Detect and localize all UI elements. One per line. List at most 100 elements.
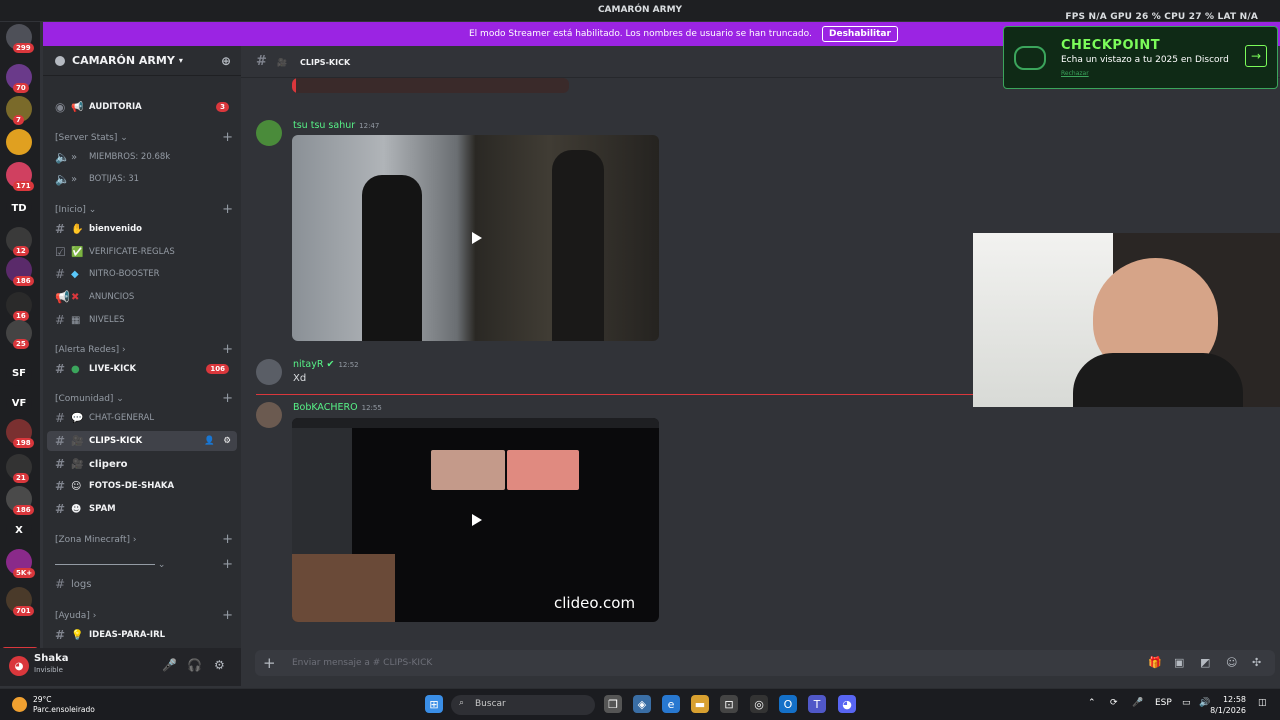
- wave-icon: ✋: [71, 223, 84, 235]
- channel-verificate[interactable]: ☑ ✅ VERIFICATE-REGLAS: [47, 242, 237, 262]
- server-header[interactable]: CAMARÓN ARMY ▾ ⊕: [43, 46, 241, 76]
- category-divider[interactable]: ⌄ +: [55, 557, 239, 572]
- server-icon[interactable]: [6, 129, 32, 155]
- channel-live-kick[interactable]: # ● LIVE-KICK 106: [47, 359, 237, 379]
- channel-bienvenido[interactable]: # ✋ bienvenido: [47, 219, 237, 239]
- channel-niveles[interactable]: # ▦ NIVELES: [47, 310, 237, 330]
- volume-icon[interactable]: 🔊: [1199, 698, 1210, 708]
- checkpoint-notification[interactable]: CHECKPOINT Echa un vistazo a tu 2025 en …: [1003, 26, 1278, 89]
- weather-widget[interactable]: 29°C Parc.ensoleirado: [33, 695, 95, 715]
- microphone-icon[interactable]: 🎤: [162, 658, 177, 672]
- store-icon[interactable]: ⊡: [720, 695, 738, 713]
- avatar[interactable]: ◕: [9, 656, 29, 676]
- channel-auditoria[interactable]: ◉ 📢 AUDITORIA 3: [47, 97, 237, 117]
- author-name[interactable]: BobKACHERO: [293, 402, 358, 413]
- add-attachment-icon[interactable]: +: [263, 654, 276, 672]
- message-input[interactable]: Enviar mensaje a # CLIPS-KICK: [292, 658, 432, 668]
- dismiss-link[interactable]: Rechazar: [1061, 70, 1089, 77]
- username[interactable]: Shaka: [34, 653, 68, 664]
- add-channel-icon[interactable]: +: [222, 342, 233, 357]
- folder-icon[interactable]: ▬: [691, 695, 709, 713]
- avatar[interactable]: [256, 120, 282, 146]
- play-icon[interactable]: [472, 514, 482, 526]
- video-attachment[interactable]: [292, 135, 659, 341]
- server-icon: [55, 55, 65, 66]
- category-ayuda[interactable]: [Ayuda] › +: [55, 608, 239, 623]
- network-icon[interactable]: ▭: [1182, 698, 1191, 708]
- add-member-icon[interactable]: ⊕: [221, 54, 231, 68]
- gear-icon[interactable]: ⚙: [214, 658, 225, 672]
- channel-logs[interactable]: # logs: [47, 574, 237, 594]
- chevron-up-icon[interactable]: ⌃: [1088, 698, 1096, 708]
- category-inicio[interactable]: [Inicio] ⌄ +: [55, 202, 239, 217]
- server-icon[interactable]: TD: [6, 195, 32, 221]
- perf-overlay: FPS N/A GPU 26 % CPU 27 % LAT N/A: [1065, 12, 1258, 22]
- chrome-icon[interactable]: ◎: [750, 695, 768, 713]
- channel-chat-general[interactable]: # 💬 CHAT-GENERAL: [47, 408, 237, 428]
- previous-attachment[interactable]: [292, 78, 569, 93]
- category-server-stats[interactable]: [Server Stats] ⌄ +: [55, 130, 239, 145]
- teams-icon[interactable]: T: [808, 695, 826, 713]
- headphones-icon[interactable]: 🎧: [187, 658, 202, 672]
- channel-clips-kick[interactable]: # 🎥 CLIPS-KICK 👤 ⚙: [47, 431, 237, 451]
- add-channel-icon[interactable]: +: [222, 608, 233, 623]
- divider-line: [55, 564, 155, 565]
- sticker-icon[interactable]: ◩: [1200, 656, 1210, 669]
- discord-icon[interactable]: ◕: [838, 695, 856, 713]
- speaker-icon: 🔈: [55, 150, 70, 164]
- play-icon[interactable]: [472, 232, 482, 244]
- author-name[interactable]: nitayR: [293, 359, 323, 370]
- sync-icon[interactable]: ⟳: [1110, 698, 1118, 708]
- language-indicator[interactable]: ESP: [1155, 698, 1172, 708]
- channel-nitro[interactable]: # ◆ NITRO-BOOSTER: [47, 264, 237, 284]
- copilot-icon[interactable]: ◈: [633, 695, 651, 713]
- start-icon[interactable]: ⊞: [425, 695, 443, 713]
- channel-clipero[interactable]: # 🎥 clipero: [47, 454, 237, 474]
- server-badge: 701: [13, 606, 34, 616]
- hash-icon: #: [55, 362, 66, 376]
- channel-bots[interactable]: 🔈» BOTIJAS: 31: [47, 169, 237, 189]
- gear-icon[interactable]: ⚙: [223, 436, 231, 446]
- server-icon[interactable]: VF: [6, 390, 32, 416]
- microphone-icon[interactable]: 🎤: [1132, 698, 1143, 708]
- category-comunidad[interactable]: [Comunidad] ⌄ +: [55, 391, 239, 406]
- invite-icon[interactable]: 👤: [204, 436, 215, 446]
- video-frame-tile: [431, 450, 505, 490]
- server-badge: 21: [13, 473, 29, 483]
- arrow-right-icon[interactable]: →: [1245, 45, 1267, 67]
- channel-members[interactable]: 🔈» MIEMBROS: 20.68k: [47, 147, 237, 167]
- add-channel-icon[interactable]: +: [222, 202, 233, 217]
- server-icon[interactable]: X: [6, 517, 32, 543]
- channel-fotos[interactable]: # ☺ FOTOS-DE-SHAKA: [47, 476, 237, 496]
- avatar[interactable]: [256, 402, 282, 428]
- channel-spam[interactable]: # ☻ SPAM: [47, 499, 237, 519]
- channel-anuncios[interactable]: 📢 ✖ ANUNCIOS: [47, 287, 237, 307]
- category-alerta-redes[interactable]: [Alerta Redes] › +: [55, 342, 239, 357]
- category-zona-minecraft[interactable]: [Zona Minecraft] › +: [55, 532, 239, 547]
- add-channel-icon[interactable]: +: [222, 532, 233, 547]
- title-bar: CAMARÓN ARMY FPS N/A GPU 26 % CPU 27 % L…: [0, 0, 1280, 22]
- task-view-icon[interactable]: ❐: [604, 695, 622, 713]
- search-box[interactable]: ⌕ Buscar: [451, 695, 595, 715]
- add-channel-icon[interactable]: +: [222, 557, 233, 572]
- disable-button[interactable]: Deshabilitar: [822, 26, 898, 42]
- user-panel: ◕ Shaka Invisible 🎤 🎧 ⚙: [0, 648, 241, 686]
- outlook-icon[interactable]: O: [779, 695, 797, 713]
- gif-icon[interactable]: ▣: [1174, 656, 1184, 669]
- apps-icon[interactable]: ✣: [1252, 656, 1261, 669]
- emoji-icon[interactable]: ☺: [1226, 656, 1237, 669]
- clock[interactable]: 12:58 8/1/2026: [1210, 694, 1246, 716]
- channel-sidebar: CAMARÓN ARMY ▾ ⊕ ◉ 📢 AUDITORIA 3 [Server St…: [43, 46, 241, 648]
- timestamp: 12:52: [338, 361, 359, 369]
- edge-icon[interactable]: e: [662, 695, 680, 713]
- notification-icon[interactable]: ◫: [1258, 698, 1267, 708]
- video-attachment[interactable]: clideo.com: [292, 418, 659, 622]
- weather-icon: [12, 697, 27, 712]
- author-name[interactable]: tsu tsu sahur: [293, 120, 355, 131]
- gift-icon[interactable]: 🎁: [1148, 656, 1162, 669]
- add-channel-icon[interactable]: +: [222, 391, 233, 406]
- server-icon[interactable]: SF: [6, 360, 32, 386]
- avatar[interactable]: [256, 359, 282, 385]
- channel-ideas[interactable]: # 💡 IDEAS-PARA-IRL: [47, 625, 237, 645]
- add-channel-icon[interactable]: +: [222, 130, 233, 145]
